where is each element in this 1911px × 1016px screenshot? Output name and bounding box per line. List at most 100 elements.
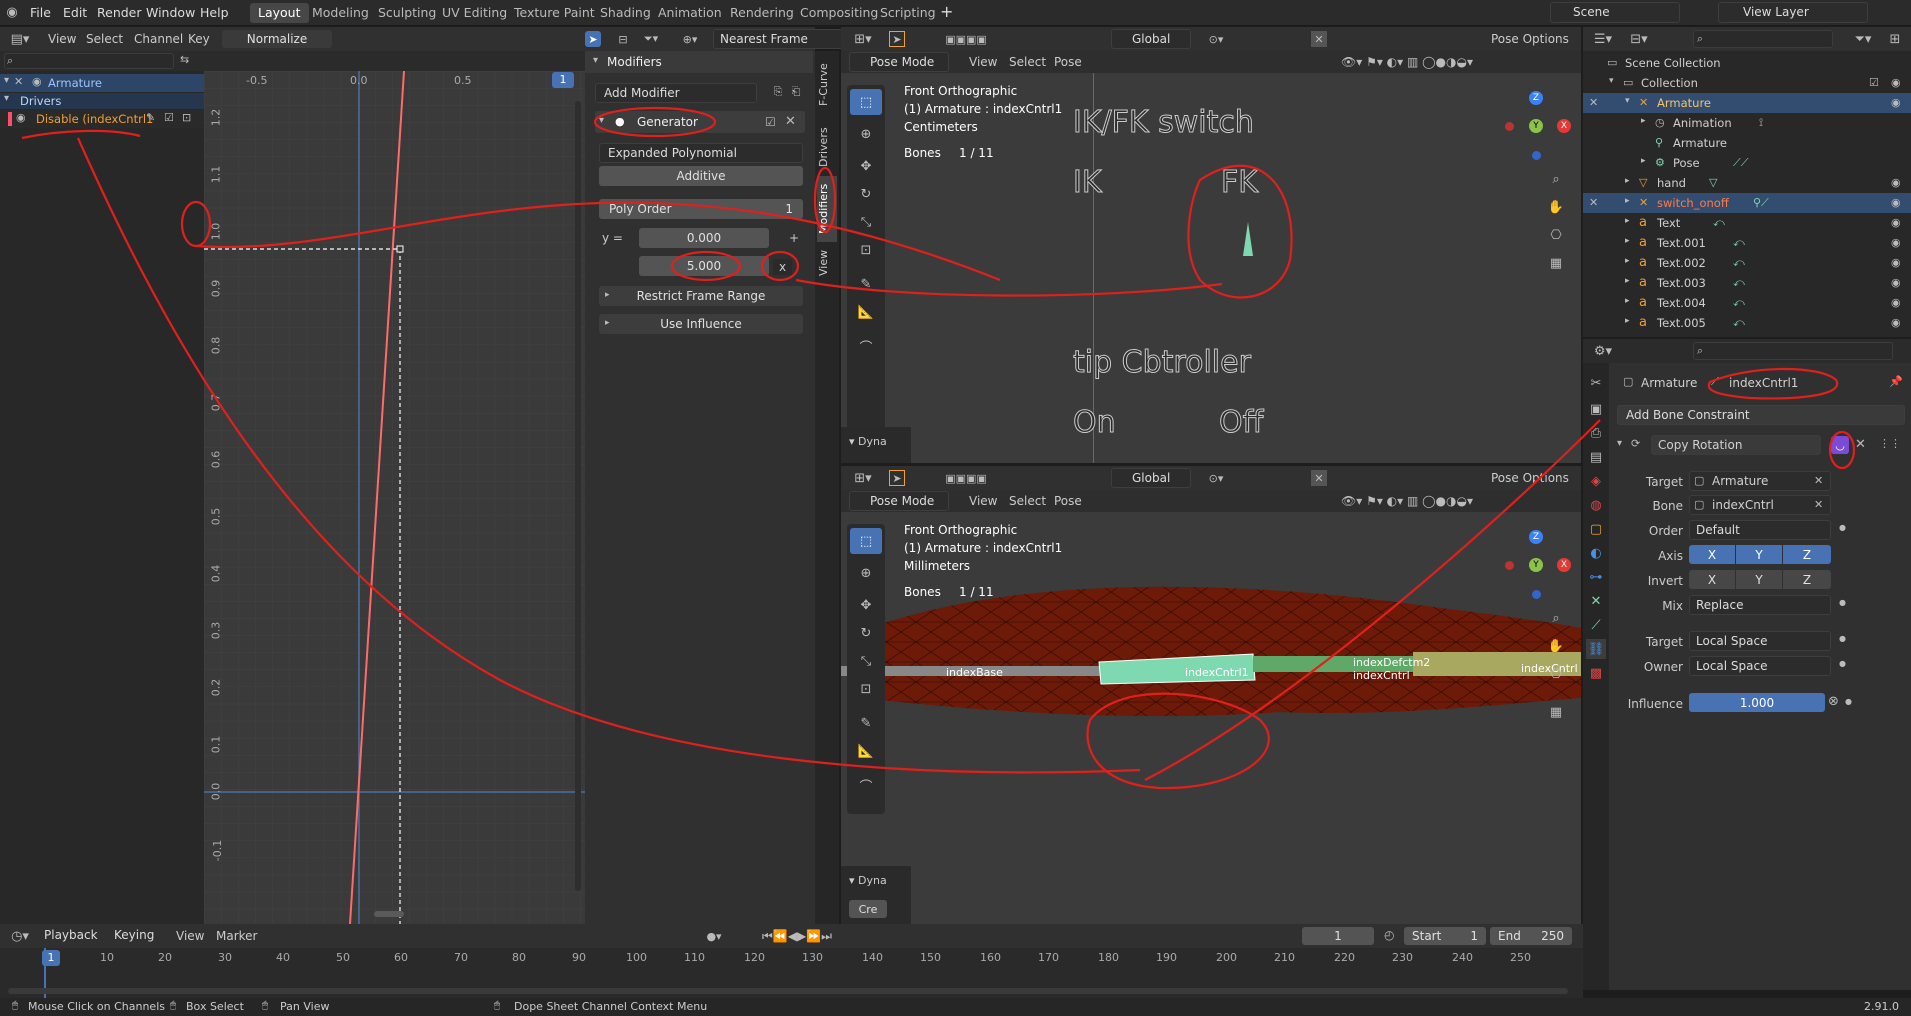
normalize-toggle[interactable]: Normalize: [222, 30, 332, 48]
swap-icon[interactable]: ⇆: [180, 53, 189, 66]
transform-icon[interactable]: ⊡: [850, 676, 882, 702]
disclosure-icon[interactable]: ▾: [1617, 438, 1622, 449]
relax-icon[interactable]: ⌒: [850, 333, 882, 359]
keyframe-dot-icon[interactable]: ●: [1839, 523, 1846, 532]
channel-armature[interactable]: ▾ ✕ ◉ Armature: [0, 74, 204, 92]
add-bone-constraint-dropdown[interactable]: Add Bone Constraint: [1617, 405, 1905, 425]
move-icon[interactable]: ✥: [850, 592, 882, 618]
close-icon[interactable]: ✕: [1855, 437, 1866, 452]
rotate-icon[interactable]: ↻: [850, 620, 882, 646]
tab-modeling[interactable]: Modeling: [304, 3, 377, 23]
invert-z-toggle[interactable]: Z: [1783, 570, 1831, 589]
y-axis-icon[interactable]: Y: [1529, 119, 1543, 133]
outliner-row[interactable]: ▸ a Text.003 ⤺ ◉: [1583, 273, 1911, 293]
display-mode-icon[interactable]: ⊟▾: [1625, 31, 1653, 47]
owner-space-dropdown[interactable]: Local Space: [1689, 656, 1831, 676]
cursor-icon[interactable]: ⊕: [850, 560, 882, 586]
tab-scripting[interactable]: Scripting: [872, 3, 944, 23]
rotate-icon[interactable]: ↻: [850, 181, 882, 207]
cursor-select-icon[interactable]: ➤: [585, 31, 601, 47]
keyframe-dot-icon[interactable]: ●: [1839, 659, 1846, 668]
eye-icon[interactable]: ◉: [1891, 296, 1901, 309]
disclosure-icon[interactable]: ▾: [4, 93, 9, 104]
disclosure-icon[interactable]: ▸: [1625, 176, 1630, 186]
channel-driver[interactable]: ◉ Disable (indexCntrl1 ✎ ☑ ⊡: [0, 110, 204, 128]
generator-header[interactable]: ▾ ● Generator ☑ ✕: [595, 111, 805, 133]
menu-view[interactable]: View: [176, 929, 204, 943]
navigation-gizmo[interactable]: Z Y X: [1501, 528, 1571, 599]
modifier-enabled-icon[interactable]: ●: [615, 115, 625, 128]
eye-icon[interactable]: ◉: [1891, 176, 1901, 189]
constraint-enabled-icon[interactable]: ◡: [1831, 436, 1849, 454]
outliner-row[interactable]: ▸ ⚙ Pose ⟋⟋: [1583, 153, 1911, 173]
copy-icon[interactable]: ⎘: [770, 84, 786, 100]
select-mode-icons[interactable]: ▣▣▣▣: [921, 31, 1011, 47]
editor-type-icon[interactable]: ⊞▾: [849, 470, 877, 486]
current-frame-badge[interactable]: 1: [552, 72, 574, 88]
checkbox-icon[interactable]: ☑: [1869, 76, 1879, 89]
scene-selector[interactable]: Scene: [1550, 2, 1680, 23]
tab-rendering[interactable]: Rendering: [722, 3, 802, 23]
outliner-row[interactable]: ▸ a Text.005 ⤺ ◉: [1583, 313, 1911, 333]
outliner-row[interactable]: ✕ ▸ ✕ switch_onoff ⚲⟋ ◉: [1583, 193, 1911, 213]
camera-icon[interactable]: ⎔: [1546, 225, 1566, 245]
menu-render[interactable]: Render: [97, 5, 142, 20]
pivot-icon[interactable]: ⊙▾: [1201, 31, 1231, 47]
menu-key[interactable]: Key: [188, 32, 210, 46]
axis-x-toggle[interactable]: X: [1689, 545, 1735, 564]
coefficient-1-field[interactable]: 5.000: [639, 256, 769, 276]
disclosure-icon[interactable]: ▾: [1609, 76, 1614, 86]
eye-icon[interactable]: ◉: [1891, 76, 1901, 89]
menu-select[interactable]: Select: [86, 32, 123, 46]
menu-pose[interactable]: Pose: [1054, 55, 1082, 69]
invert-x-toggle[interactable]: X: [1689, 570, 1735, 589]
viewport-bottom[interactable]: ⊞▾ ➤ ▣▣▣▣ Global ⊙▾ ✕ Pose Options Pose …: [841, 466, 1581, 924]
mode-dropdown[interactable]: Pose Mode: [849, 491, 949, 511]
close-icon[interactable]: ✕: [1311, 470, 1327, 486]
annotate-icon[interactable]: ✎: [850, 271, 882, 297]
editor-type-icon[interactable]: ☰▾: [1589, 31, 1617, 47]
tab-fcurve[interactable]: F-Curve: [817, 59, 837, 111]
pivot-icon[interactable]: ⊙▾: [1201, 470, 1231, 486]
z-axis-icon[interactable]: Z: [1529, 91, 1543, 105]
target-space-dropdown[interactable]: Local Space: [1689, 631, 1831, 651]
transform-icon[interactable]: ⊡: [850, 237, 882, 263]
overlay-icon[interactable]: ⊟: [615, 31, 631, 47]
editor-type-icon[interactable]: ▤▾: [6, 31, 34, 47]
disclosure-icon[interactable]: ▾: [1625, 96, 1630, 106]
eye-icon[interactable]: ◉: [16, 111, 26, 124]
move-icon[interactable]: ✥: [850, 153, 882, 179]
tool-tab-icon[interactable]: ✂: [1586, 373, 1606, 393]
disclosure-icon[interactable]: ▸: [1625, 216, 1630, 226]
editor-type-icon[interactable]: ⚙▾: [1589, 343, 1617, 359]
editor-type-icon[interactable]: ◷▾: [6, 928, 34, 944]
annotate-icon[interactable]: ✎: [850, 710, 882, 736]
disclosure-icon[interactable]: ▸: [1641, 156, 1646, 166]
close-icon[interactable]: ✕: [1311, 31, 1327, 47]
tab-view[interactable]: View: [817, 243, 837, 283]
clear-icon[interactable]: ✕: [1814, 498, 1823, 511]
tab-texture-paint[interactable]: Texture Paint: [506, 3, 603, 23]
modifiers-header[interactable]: ▾ Modifiers: [585, 51, 813, 73]
menu-channel[interactable]: Channel: [134, 32, 183, 46]
outliner-row[interactable]: ▾ ▭ Collection ☑ ◉: [1583, 73, 1911, 93]
eye-icon[interactable]: ◉: [32, 75, 42, 88]
eye-icon[interactable]: ◉: [1891, 276, 1901, 289]
playback-controls[interactable]: ⏮⏪◀▶⏩⏭: [742, 928, 852, 944]
viewport-shading-icons[interactable]: 👁▾ ⚑▾ ◐▾ ▥ ◯●◑◒▾: [1341, 493, 1571, 509]
eye-icon[interactable]: ◉: [1891, 96, 1901, 109]
drag-handle-icon[interactable]: ⋮⋮: [1879, 437, 1901, 450]
outliner-row[interactable]: ▸ a Text.001 ⤺ ◉: [1583, 233, 1911, 253]
menu-window[interactable]: Window: [146, 5, 195, 20]
dyna-panel[interactable]: ▾ Dyna: [841, 427, 911, 463]
disclosure-icon[interactable]: ▸: [1625, 196, 1630, 206]
lock-icon[interactable]: ⊡: [182, 111, 191, 124]
disclosure-icon[interactable]: ▸: [1625, 276, 1630, 286]
use-influence-panel[interactable]: ▸ Use Influence: [599, 314, 803, 334]
close-icon[interactable]: ✕: [785, 114, 796, 129]
y-axis-icon[interactable]: Y: [1529, 558, 1543, 572]
keyframe-dot-icon[interactable]: ●: [1839, 598, 1846, 607]
menu-view[interactable]: View: [48, 32, 76, 46]
mode-dropdown[interactable]: Expanded Polynomial: [599, 143, 803, 163]
keying-menu[interactable]: Keying: [108, 926, 170, 946]
